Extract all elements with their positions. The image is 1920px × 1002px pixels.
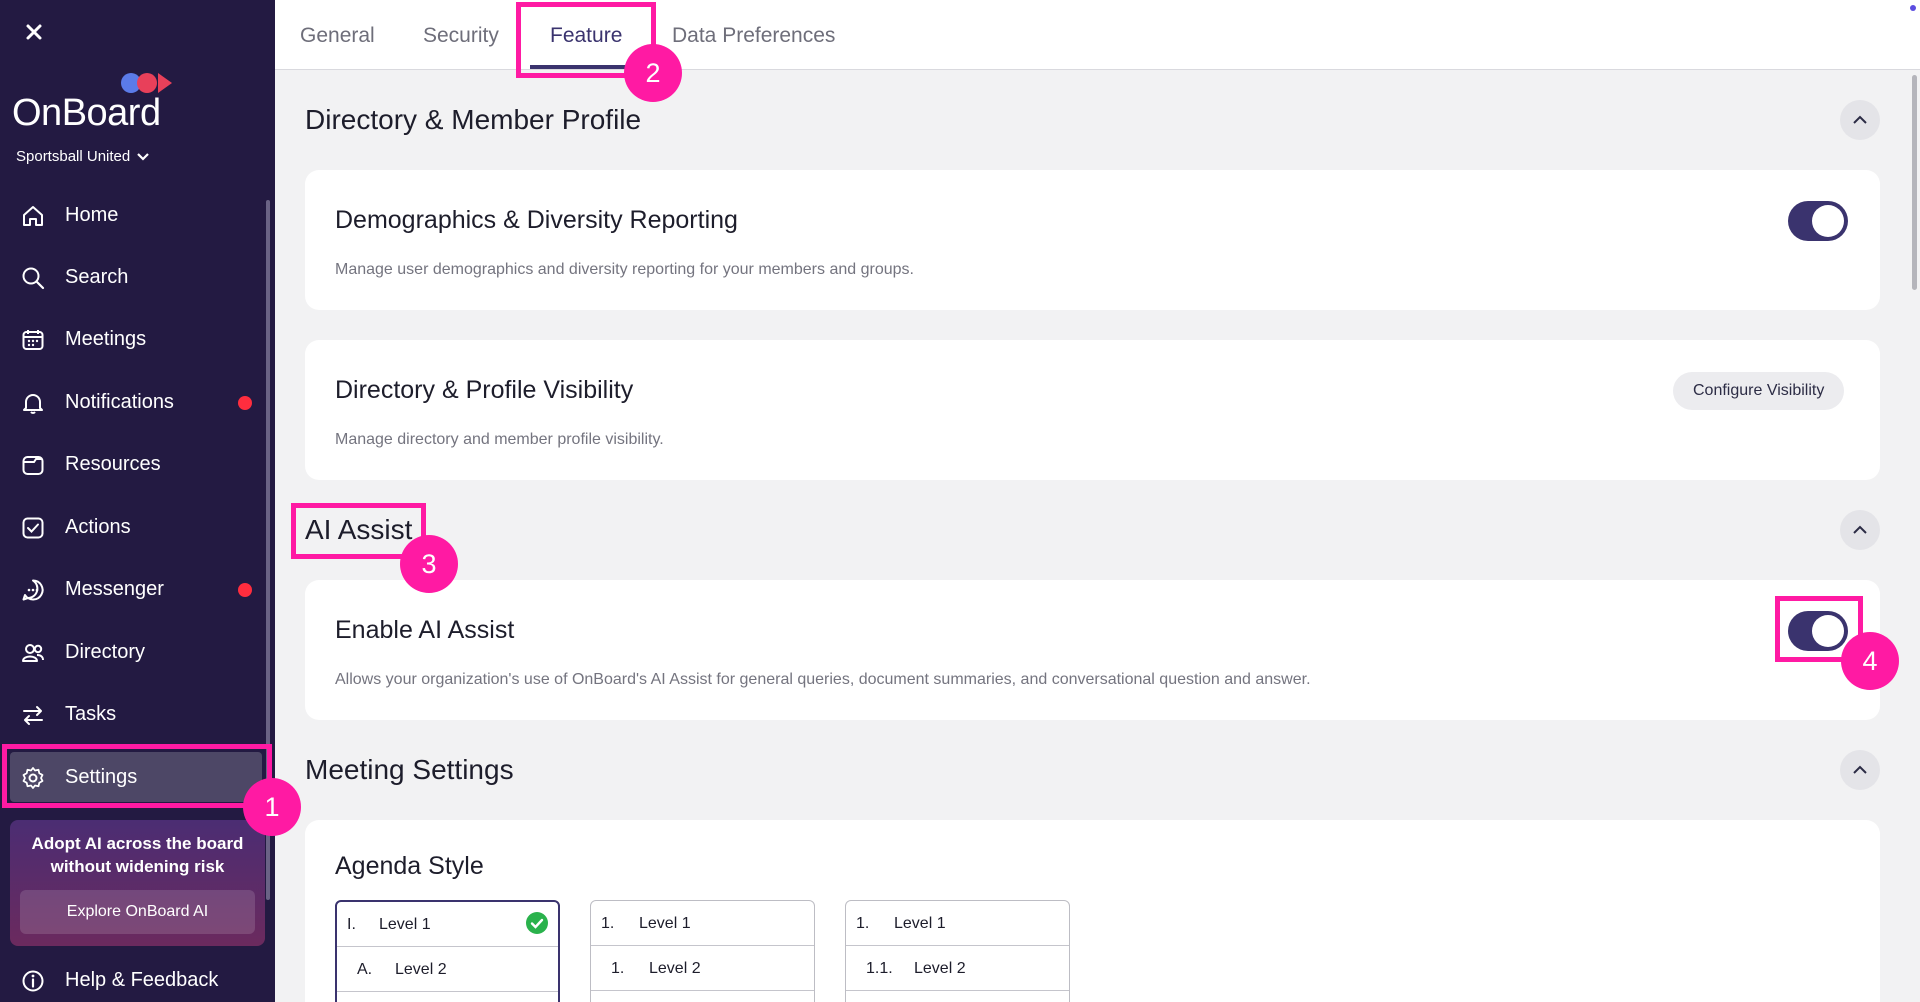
configure-visibility-button[interactable]: Configure Visibility [1673, 372, 1845, 410]
nav-label: Directory [65, 641, 146, 663]
visibility-title: Directory & Profile Visibility [335, 376, 634, 404]
status-dot [1910, 5, 1916, 11]
onboard-logo: OnBoard [12, 70, 182, 140]
agenda-level-2-row: A. Level 2 [337, 947, 558, 992]
agenda-level-1-row: 1. Level 1 [591, 901, 814, 946]
nav-item-actions[interactable]: Actions [0, 502, 268, 552]
annotation-marker-1: 1 [243, 778, 301, 836]
main-scrollbar[interactable] [1912, 75, 1917, 290]
level-label: Level 1 [894, 915, 946, 932]
tab-general[interactable]: General [300, 24, 375, 48]
promo-line-2: without widening risk [50, 857, 225, 876]
nav-label: Resources [65, 453, 161, 475]
nav-item-help[interactable]: Help & Feedback [0, 955, 268, 1002]
settings-main: General Security Feature Data Preference… [275, 0, 1920, 1002]
demographics-toggle[interactable] [1788, 201, 1848, 241]
nav-item-resources[interactable]: Resources [0, 439, 268, 489]
level-label: Level 2 [395, 961, 447, 978]
collapse-directory-button[interactable] [1840, 100, 1880, 140]
checkmark-icon [526, 912, 548, 934]
ai-assist-card: Enable AI Assist Allows your organizatio… [305, 580, 1880, 720]
annotation-marker-2: 2 [624, 44, 682, 102]
agenda-option-numeric[interactable]: 1. Level 1 1. Level 2 [590, 900, 815, 1002]
home-icon [20, 203, 46, 229]
chevron-up-icon [1853, 115, 1867, 124]
calendar-icon [20, 327, 46, 353]
people-icon [20, 640, 46, 666]
chevron-up-icon [1853, 525, 1867, 534]
nav-item-home[interactable]: Home [0, 190, 268, 240]
sidebar: OnBoard Sportsball United Home Search Me… [0, 0, 275, 1002]
level-number: 1. [611, 960, 625, 977]
swap-arrows-icon [20, 702, 46, 728]
agenda-option-roman[interactable]: I. Level 1 A. Level 2 [335, 900, 560, 1002]
nav-label: Search [65, 266, 129, 288]
nav-label: Tasks [65, 703, 117, 725]
agenda-level-2-row: 1. Level 2 [591, 946, 814, 991]
agenda-level-1-row: I. Level 1 [337, 902, 558, 947]
level-label: Level 1 [639, 915, 691, 932]
nav-label: Messenger [65, 578, 164, 600]
nav-label: Actions [65, 516, 131, 538]
level-number: 1. [856, 915, 870, 932]
annotation-marker-4: 4 [1841, 632, 1899, 690]
notification-badge [238, 396, 252, 410]
ai-assist-desc: Allows your organization's use of OnBoar… [335, 671, 1311, 688]
nav-item-tasks[interactable]: Tasks [0, 689, 268, 739]
visibility-desc: Manage directory and member profile visi… [335, 431, 664, 448]
ai-assist-title: Enable AI Assist [335, 616, 515, 644]
level-number: 1.1. [866, 960, 893, 977]
nav-item-directory[interactable]: Directory [0, 627, 268, 677]
level-number: 1. [601, 915, 615, 932]
ai-promo-card: Adopt AI across the board without wideni… [10, 820, 265, 946]
agenda-style-title: Agenda Style [335, 852, 484, 880]
nav-item-search[interactable]: Search [0, 252, 268, 302]
promo-title: Adopt AI across the board without wideni… [10, 832, 265, 878]
agenda-option-decimal[interactable]: 1. Level 1 1.1. Level 2 [845, 900, 1070, 1002]
section-title-directory: Directory & Member Profile [305, 104, 642, 135]
search-icon [20, 265, 46, 291]
tab-data-preferences[interactable]: Data Preferences [672, 24, 835, 48]
annotation-marker-3: 3 [400, 535, 458, 593]
toggle-knob [1812, 205, 1844, 237]
demographics-card: Demographics & Diversity Reporting Manag… [305, 170, 1880, 310]
close-icon[interactable] [22, 20, 46, 44]
promo-line-1: Adopt AI across the board [31, 834, 244, 853]
level-label: Level 2 [914, 960, 966, 977]
level-label: Level 2 [649, 960, 701, 977]
agenda-level-2-row: 1.1. Level 2 [846, 946, 1069, 991]
org-selector[interactable]: Sportsball United [16, 148, 150, 165]
nav-label: Notifications [65, 391, 174, 413]
level-label: Level 1 [379, 916, 431, 933]
checkbox-icon [20, 515, 46, 541]
section-title-meeting-settings: Meeting Settings [305, 754, 514, 785]
info-icon [20, 968, 46, 994]
tab-security[interactable]: Security [423, 24, 499, 48]
annotation-box-settings [2, 744, 272, 808]
explore-ai-button[interactable]: Explore OnBoard AI [20, 890, 255, 934]
nav-label: Home [65, 204, 119, 226]
nav-item-notifications[interactable]: Notifications [0, 377, 268, 427]
chevron-down-icon [137, 152, 150, 161]
nav-label: Meetings [65, 328, 147, 350]
demographics-desc: Manage user demographics and diversity r… [335, 261, 914, 278]
logo-dots-icon [121, 73, 172, 93]
collapse-ai-button[interactable] [1840, 510, 1880, 550]
level-number: I. [347, 916, 356, 933]
org-name: Sportsball United [16, 148, 131, 165]
message-badge [238, 583, 252, 597]
nav-item-messenger[interactable]: Messenger [0, 564, 268, 614]
level-number: A. [357, 961, 373, 978]
visibility-card: Directory & Profile Visibility Manage di… [305, 340, 1880, 480]
brand-name: OnBoard [12, 92, 161, 134]
nav-label: Help & Feedback [65, 969, 219, 991]
bell-icon [20, 390, 46, 416]
folder-icon [20, 452, 46, 478]
collapse-meeting-button[interactable] [1840, 750, 1880, 790]
chevron-up-icon [1853, 765, 1867, 774]
nav-item-meetings[interactable]: Meetings [0, 314, 268, 364]
chat-icon [20, 577, 46, 603]
demographics-title: Demographics & Diversity Reporting [335, 206, 738, 234]
agenda-level-1-row: 1. Level 1 [846, 901, 1069, 946]
